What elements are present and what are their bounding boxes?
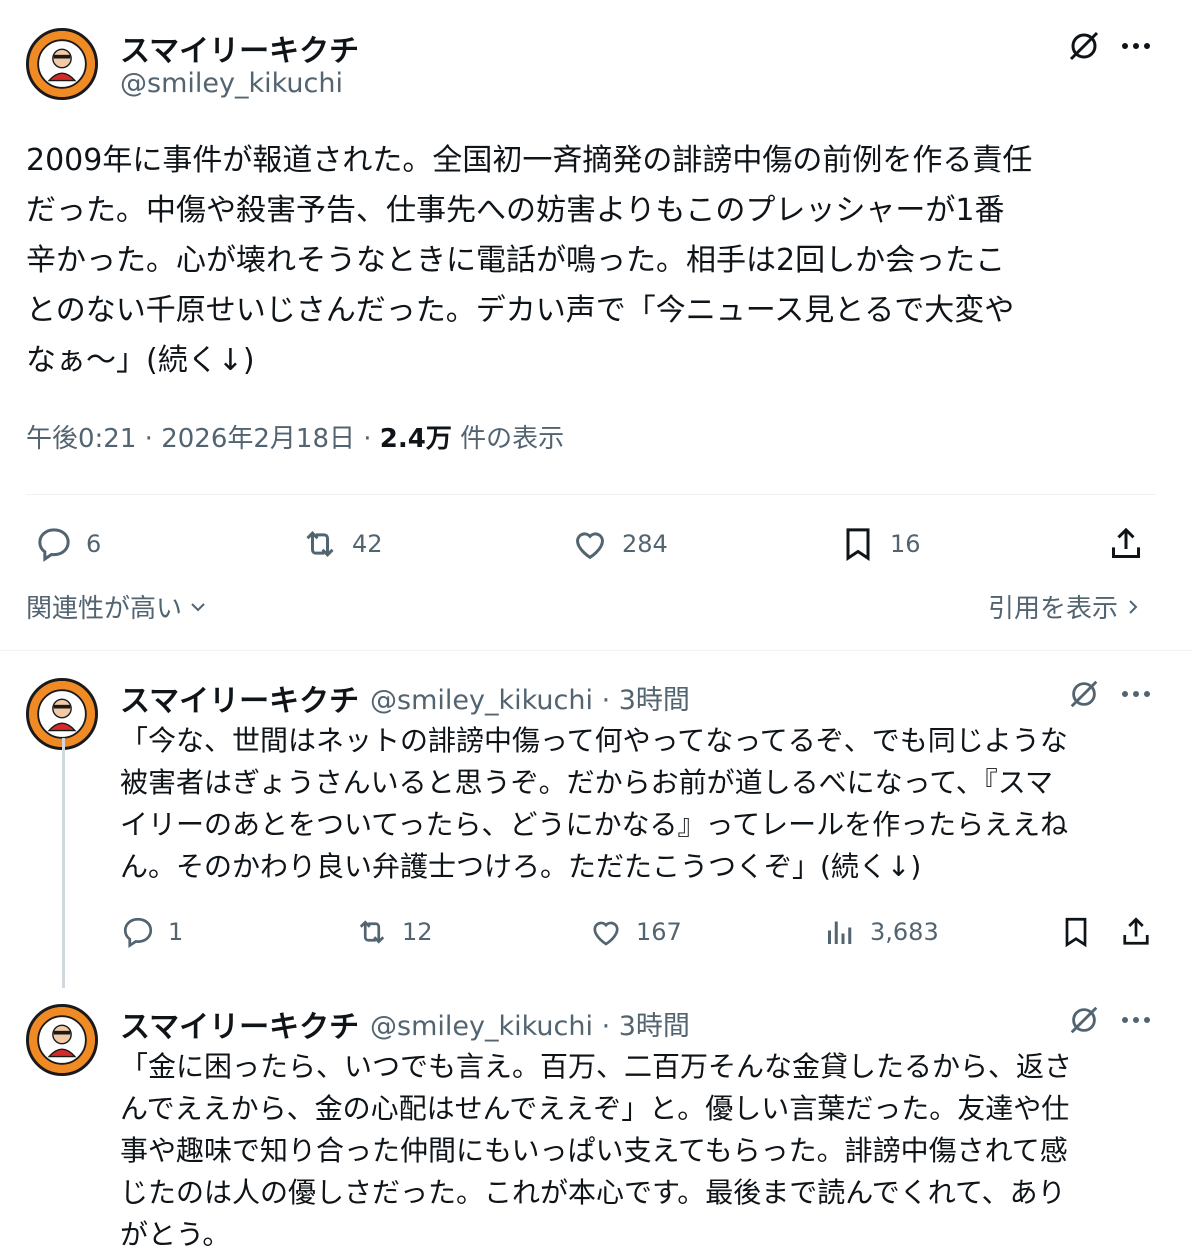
share-button[interactable]	[1118, 914, 1154, 950]
bookmark-count: 16	[890, 530, 921, 558]
grok-icon[interactable]	[1064, 1002, 1104, 1038]
view-quotes-link[interactable]: 引用を表示	[988, 588, 1142, 625]
post-time[interactable]: 午後0:21	[26, 424, 136, 454]
views-button[interactable]: 3,683	[822, 914, 939, 950]
section-divider	[0, 650, 1192, 651]
reply-text-line: んでええから、金の心配はせんでええぞ」と。優しい言葉だった。友達や仕	[120, 1092, 1070, 1125]
reply-button[interactable]: 6	[34, 524, 101, 564]
share-icon	[1112, 527, 1140, 558]
separator: ·	[144, 424, 162, 454]
reply-text-line: じたのは人の優しさだった。これが本心です。最後まで読んでくれて、あり	[120, 1176, 1066, 1209]
bookmark-button[interactable]	[1058, 914, 1094, 950]
divider	[26, 494, 1156, 495]
reply-time[interactable]: 3時間	[619, 1011, 690, 1042]
repost-icon	[306, 531, 334, 557]
reply-text-line: ん。そのかわり良い弁護士つけろ。ただたこうつくぞ」(続く↓)	[120, 850, 922, 883]
post-date[interactable]: 2026年2月18日	[161, 424, 355, 454]
separator: ·	[601, 685, 619, 716]
reply-text-line: がとう。	[120, 1218, 231, 1251]
reply-text-line: 事や趣味で知り合った仲間にもいっぱい支えてもらった。誹謗中傷されて感	[120, 1134, 1068, 1167]
reply-meta: @smiley_kikuchi · 3時間	[370, 1004, 690, 1043]
reply-author-handle[interactable]: @smiley_kikuchi	[370, 685, 593, 716]
reply-text-line: 「今な、世間はネットの誹謗中傷って何やってなってるぞ、でも同じような	[120, 724, 1068, 757]
avatar[interactable]	[26, 28, 98, 100]
post-text-line: 辛かった。心が壊れそうなときに電話が鳴った。相手は2回しか会ったこ	[26, 243, 1006, 278]
repost-button[interactable]: 42	[300, 524, 383, 564]
author-name[interactable]: スマイリーキクチ	[120, 26, 359, 70]
author-handle[interactable]: @smiley_kikuchi	[120, 68, 343, 99]
reply-icon	[123, 917, 153, 949]
chevron-right-icon	[1129, 599, 1138, 614]
post-text: 2009年に事件が報道された。全国初一斉摘発の誹謗中傷の前例を作る責任 だった。…	[26, 136, 1166, 386]
separator: ·	[363, 424, 380, 454]
separator: ·	[601, 1011, 619, 1042]
bookmark-icon	[1065, 917, 1087, 948]
reply-avatar[interactable]	[26, 1004, 98, 1076]
views-count: 3,683	[870, 918, 939, 946]
reply-meta: @smiley_kikuchi · 3時間	[370, 678, 690, 717]
repost-icon	[359, 920, 385, 944]
reply-button[interactable]: 1	[120, 914, 183, 950]
more-icon[interactable]	[1116, 676, 1156, 712]
repost-count: 12	[402, 918, 433, 946]
reply-text: 「金に困ったら、いつでも言え。百万、二百万そんな金貸したるから、返さ んでええか…	[120, 1046, 1170, 1256]
like-count: 284	[622, 530, 668, 558]
views-label: 件の表示	[460, 424, 565, 454]
reply-icon	[38, 528, 70, 562]
views-icon	[828, 921, 852, 944]
post-text-line: 2009年に事件が報道された。全国初一斉摘発の誹謗中傷の前例を作る責任	[26, 143, 1033, 178]
share-icon	[1123, 917, 1149, 945]
post-text-line: とのない千原せいじさんだった。デカい声で「今ニュース見とるで大変や	[26, 293, 1015, 328]
like-button[interactable]: 284	[570, 524, 668, 564]
bookmark-icon	[846, 528, 870, 561]
grok-icon[interactable]	[1064, 28, 1104, 64]
like-icon	[575, 532, 605, 560]
more-icon[interactable]	[1116, 1002, 1156, 1038]
share-button[interactable]	[1106, 524, 1146, 564]
reply-text: 「今な、世間はネットの誹謗中傷って何やってなってるぞ、でも同じような 被害者はぎ…	[120, 720, 1170, 888]
like-count: 167	[636, 918, 682, 946]
quotes-label: 引用を表示	[988, 594, 1119, 624]
sort-label: 関連性が高い	[26, 594, 183, 624]
post-meta: 午後0:21 · 2026年2月18日 · 2.4万 件の表示	[26, 418, 564, 455]
reply-author-name[interactable]: スマイリーキクチ	[120, 676, 359, 720]
reply-author-name[interactable]: スマイリーキクチ	[120, 1002, 359, 1046]
post-text-line: だった。中傷や殺害予告、仕事先への妨害よりもこのプレッシャーが1番	[26, 193, 1005, 228]
reply-text-line: イリーのあとをついてったら、どうにかなる』ってレールを作ったらええね	[120, 808, 1069, 841]
sort-dropdown[interactable]: 関連性が高い	[26, 588, 208, 625]
repost-count: 42	[352, 530, 383, 558]
reply-text-line: 被害者はぎょうさんいると思うぞ。だからお前が道しるべになって、『スマ	[120, 766, 1053, 799]
reply-time[interactable]: 3時間	[619, 685, 690, 716]
repost-button[interactable]: 12	[354, 914, 433, 950]
more-icon[interactable]	[1116, 28, 1156, 64]
grok-icon[interactable]	[1064, 676, 1104, 712]
thread-line	[62, 738, 65, 988]
post-text-line: なぁ～」(続く↓)	[26, 343, 255, 378]
reply-count: 1	[168, 918, 184, 946]
like-button[interactable]: 167	[588, 914, 682, 950]
reply-author-handle[interactable]: @smiley_kikuchi	[370, 1011, 593, 1042]
views-count: 2.4万	[379, 424, 452, 454]
bookmark-button[interactable]: 16	[838, 524, 921, 564]
reply-text-line: 「金に困ったら、いつでも言え。百万、二百万そんな金貸したるから、返さ	[120, 1050, 1073, 1083]
chevron-down-icon	[191, 602, 205, 611]
reply-count: 6	[86, 530, 102, 558]
like-icon	[593, 921, 619, 946]
